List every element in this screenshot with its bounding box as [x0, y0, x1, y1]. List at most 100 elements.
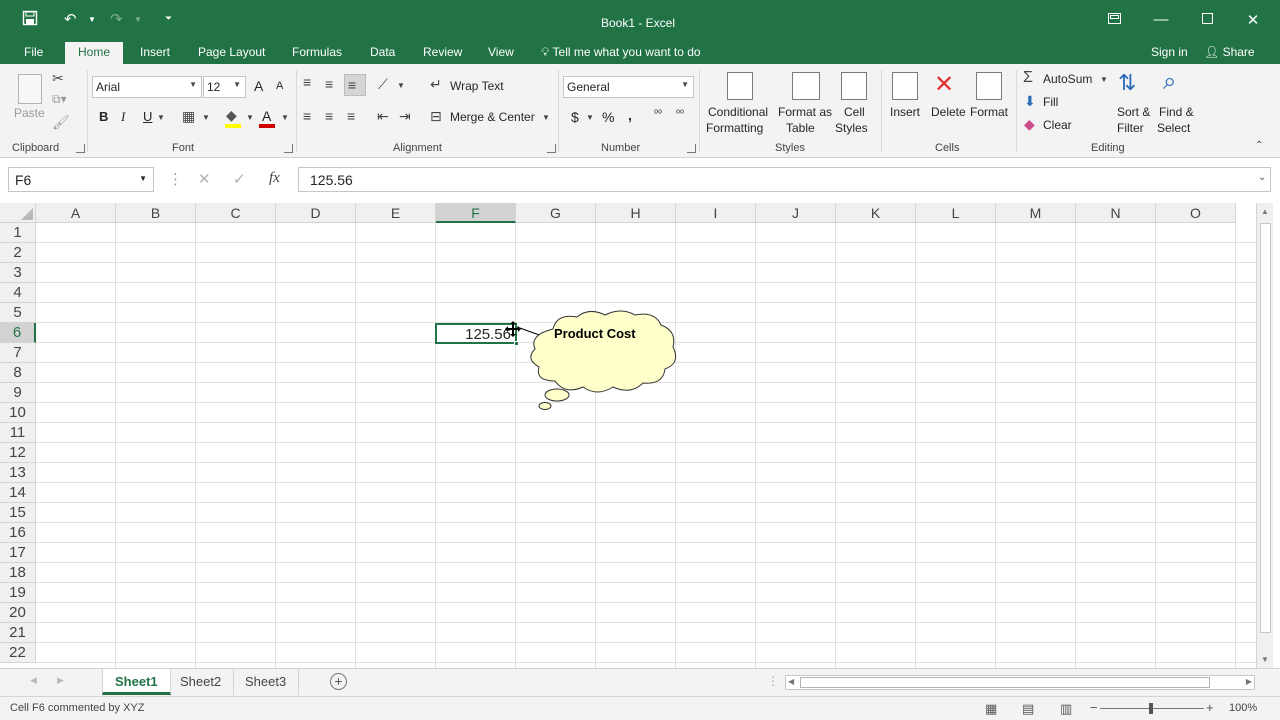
zoom-in-button[interactable]: + — [1206, 700, 1214, 715]
row-header-13[interactable]: 13 — [0, 463, 36, 483]
cell-styles-label2[interactable]: Styles — [835, 121, 868, 135]
bold-button[interactable]: B — [99, 109, 108, 124]
find-select-label1[interactable]: Find & — [1159, 105, 1194, 119]
decrease-indent-icon[interactable]: ⇤ — [377, 108, 389, 125]
format-cells-button[interactable]: Format — [970, 105, 1008, 119]
alignment-launcher-icon[interactable] — [547, 144, 556, 153]
align-center-icon[interactable]: ≡ — [325, 108, 333, 124]
scroll-right-icon[interactable]: ▶ — [1246, 677, 1252, 686]
chevron-down-icon[interactable]: ▼ — [281, 113, 289, 122]
tab-page-layout[interactable]: Page Layout — [198, 45, 265, 59]
cancel-icon[interactable]: ✕ — [198, 170, 211, 188]
align-right-icon[interactable]: ≡ — [347, 108, 355, 124]
percent-button[interactable]: % — [602, 109, 614, 125]
autosum-button[interactable]: AutoSum — [1043, 72, 1092, 86]
fill-color-icon[interactable]: ◆ — [226, 107, 237, 124]
column-header-b[interactable]: B — [116, 203, 196, 223]
tab-insert[interactable]: Insert — [140, 45, 170, 59]
worksheet-grid[interactable]: ABCDEFGHIJKLMNO 1 2 3 4 5 6 7 8 9 10 11 12 13 14 15 16 1… — [0, 203, 1280, 668]
column-header-k[interactable]: K — [836, 203, 916, 223]
row-header-18[interactable]: 18 — [0, 563, 36, 583]
page-layout-view-icon[interactable]: ▤ — [1022, 701, 1034, 717]
row-header-3[interactable]: 3 — [0, 263, 36, 283]
tab-formulas[interactable]: Formulas — [292, 45, 342, 59]
zoom-out-button[interactable]: − — [1090, 700, 1098, 715]
zoom-slider-knob[interactable] — [1149, 703, 1153, 714]
chevron-down-icon[interactable]: ▼ — [397, 81, 405, 90]
font-launcher-icon[interactable] — [284, 144, 293, 153]
row-header-10[interactable]: 10 — [0, 403, 36, 423]
row-header-1[interactable]: 1 — [0, 223, 36, 243]
row-header-2[interactable]: 2 — [0, 243, 36, 263]
row-header-14[interactable]: 14 — [0, 483, 36, 503]
chevron-down-icon[interactable]: ▼ — [157, 113, 165, 122]
column-header-n[interactable]: N — [1076, 203, 1156, 223]
collapse-ribbon-icon[interactable]: ⌃ — [1255, 140, 1263, 151]
format-as-table-label2[interactable]: Table — [786, 121, 815, 135]
horizontal-scrollbar[interactable]: ◀ ▶ — [785, 675, 1255, 690]
row-header-16[interactable]: 16 — [0, 523, 36, 543]
copy-icon[interactable]: ⧉▾ — [52, 92, 67, 107]
format-painter-icon[interactable]: 🖌︎ — [52, 114, 70, 131]
paste-icon[interactable] — [18, 74, 42, 104]
enter-icon[interactable]: ✓ — [233, 170, 246, 188]
row-header-9[interactable]: 9 — [0, 383, 36, 403]
scroll-left-icon[interactable]: ◀ — [788, 677, 794, 686]
zoom-slider[interactable] — [1100, 703, 1204, 714]
comma-button[interactable]: , — [628, 107, 632, 123]
share-button[interactable]: 👤︎ Share — [1204, 45, 1255, 59]
italic-button[interactable]: I — [121, 109, 125, 125]
tab-review[interactable]: Review — [423, 45, 462, 59]
sort-filter-label1[interactable]: Sort & — [1117, 105, 1150, 119]
chevron-down-icon[interactable]: ▼ — [542, 113, 550, 122]
underline-button[interactable]: U — [143, 109, 152, 124]
vertical-scrollbar[interactable]: ▲ ▼ — [1256, 203, 1273, 668]
next-sheet-icon[interactable]: ▶ — [57, 675, 64, 686]
row-header-21[interactable]: 21 — [0, 623, 36, 643]
column-header-c[interactable]: C — [196, 203, 276, 223]
maximize-icon[interactable] — [1197, 11, 1217, 28]
row-header-4[interactable]: 4 — [0, 283, 36, 303]
tab-file[interactable]: File — [24, 45, 43, 59]
font-color-button[interactable]: A — [262, 108, 271, 124]
column-header-i[interactable]: I — [676, 203, 756, 223]
clipboard-launcher-icon[interactable] — [76, 144, 85, 153]
insert-cells-button[interactable]: Insert — [890, 105, 920, 119]
font-size-combo[interactable]: 12 ▼ — [203, 76, 246, 98]
minimize-icon[interactable]: — — [1151, 11, 1171, 28]
normal-view-icon[interactable]: ▦ — [985, 701, 997, 717]
delete-cells-button[interactable]: Delete — [931, 105, 966, 119]
row-header-12[interactable]: 12 — [0, 443, 36, 463]
chevron-down-icon[interactable]: ▼ — [246, 113, 254, 122]
cut-icon[interactable]: ✂ — [52, 70, 64, 87]
close-icon[interactable]: ✕ — [1243, 11, 1263, 29]
add-sheet-button[interactable]: + — [330, 673, 347, 690]
align-top-icon[interactable]: ≡ — [303, 74, 311, 90]
shrink-font-button[interactable]: A — [276, 80, 283, 92]
column-header-j[interactable]: J — [756, 203, 836, 223]
ribbon-display-options-icon[interactable] — [1104, 11, 1124, 28]
expand-formula-icon[interactable]: ⌄ — [1258, 172, 1266, 183]
column-header-f[interactable]: F — [436, 203, 516, 223]
prev-sheet-icon[interactable]: ◀ — [30, 675, 37, 686]
select-all-corner[interactable] — [0, 203, 36, 223]
paste-button[interactable]: Paste — [14, 106, 45, 120]
horizontal-scroll-thumb[interactable] — [800, 677, 1210, 688]
tab-home[interactable]: Home — [65, 42, 124, 64]
row-header-11[interactable]: 11 — [0, 423, 36, 443]
column-header-g[interactable]: G — [516, 203, 596, 223]
conditional-formatting-label2[interactable]: Formatting — [706, 121, 763, 135]
insert-function-icon[interactable]: fx — [269, 170, 280, 187]
column-header-h[interactable]: H — [596, 203, 676, 223]
number-launcher-icon[interactable] — [687, 144, 696, 153]
orientation-icon[interactable]: ⟋ — [378, 76, 388, 93]
chevron-down-icon[interactable]: ▼ — [586, 113, 594, 122]
row-header-17[interactable]: 17 — [0, 543, 36, 563]
number-format-combo[interactable]: General ▼ — [563, 76, 694, 98]
scroll-down-icon[interactable]: ▼ — [1261, 655, 1269, 664]
column-header-e[interactable]: E — [356, 203, 436, 223]
column-header-d[interactable]: D — [276, 203, 356, 223]
borders-icon[interactable]: ▦ — [182, 108, 195, 125]
tab-view[interactable]: View — [488, 45, 514, 59]
sort-filter-label2[interactable]: Filter — [1117, 121, 1144, 135]
